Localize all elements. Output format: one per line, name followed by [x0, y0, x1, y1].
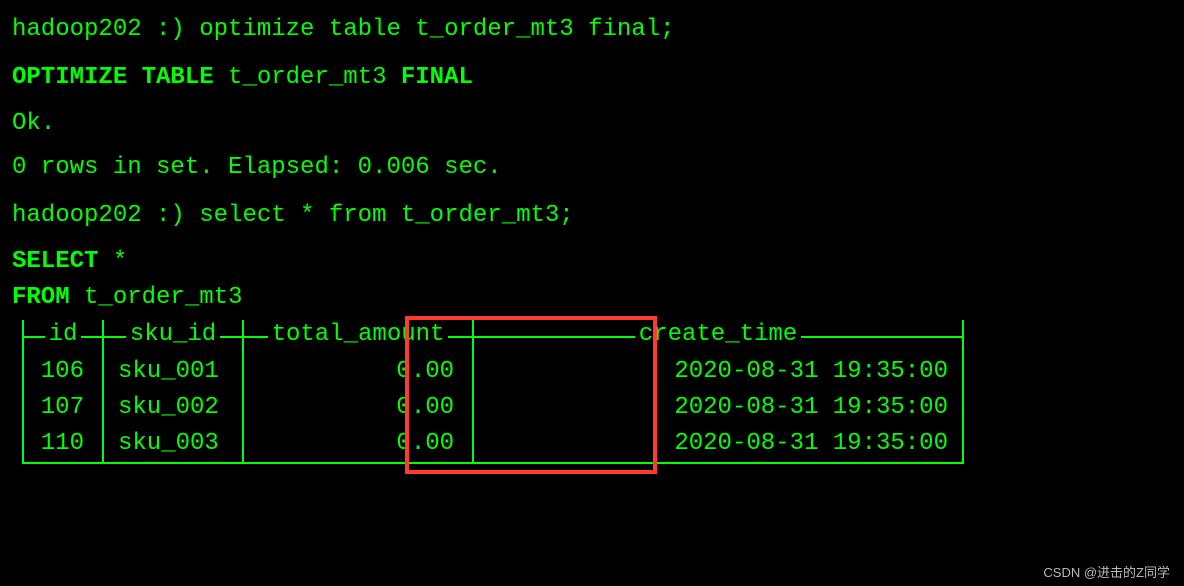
- watermark: CSDN @进击的Z同学: [1043, 563, 1170, 583]
- header-sku-id: sku_id: [126, 317, 220, 353]
- result-table-wrap: id sku_id total_amount create_time 106 s…: [12, 320, 1172, 464]
- query-echo-2: SELECT * FROM t_order_mt3: [12, 244, 1172, 316]
- prompt-command: optimize table t_order_mt3 final;: [185, 16, 675, 43]
- cell-create-time: 2020-08-31 19:35:00: [473, 426, 963, 463]
- prompt-command: select * from t_order_mt3;: [185, 202, 574, 229]
- cell-total-amount: 0.00: [243, 390, 473, 426]
- header-create-time: create_time: [635, 317, 801, 353]
- header-id: id: [45, 317, 82, 353]
- prompt-host: hadoop202 :): [12, 202, 185, 229]
- status-ok: Ok.: [12, 106, 1172, 142]
- cell-create-time: 2020-08-31 19:35:00: [473, 354, 963, 390]
- select-cols: *: [98, 248, 127, 275]
- cell-sku-id: sku_002: [103, 390, 243, 426]
- keyword-optimize: OPTIMIZE TABLE: [12, 64, 214, 91]
- prompt-line-2[interactable]: hadoop202 :) select * from t_order_mt3;: [12, 198, 1172, 234]
- table-row: 107 sku_002 0.00 2020-08-31 19:35:00: [23, 390, 963, 426]
- keyword-from: FROM: [12, 284, 70, 311]
- cell-sku-id: sku_003: [103, 426, 243, 463]
- elapsed-line: 0 rows in set. Elapsed: 0.006 sec.: [12, 150, 1172, 186]
- query-echo-1: OPTIMIZE TABLE t_order_mt3 FINAL: [12, 60, 1172, 96]
- cell-sku-id: sku_001: [103, 354, 243, 390]
- cell-id: 110: [23, 426, 103, 463]
- cell-id: 106: [23, 354, 103, 390]
- header-total-amount: total_amount: [268, 317, 449, 353]
- prompt-host: hadoop202 :): [12, 16, 185, 43]
- table-name: t_order_mt3: [214, 64, 401, 91]
- keyword-select: SELECT: [12, 248, 98, 275]
- from-table: t_order_mt3: [70, 284, 243, 311]
- result-table: id sku_id total_amount create_time 106 s…: [22, 320, 964, 464]
- table-header-row: id sku_id total_amount create_time: [23, 320, 963, 354]
- cell-id: 107: [23, 390, 103, 426]
- table-row: 106 sku_001 0.00 2020-08-31 19:35:00: [23, 354, 963, 390]
- table-row: 110 sku_003 0.00 2020-08-31 19:35:00: [23, 426, 963, 463]
- cell-total-amount: 0.00: [243, 354, 473, 390]
- keyword-final: FINAL: [401, 64, 473, 91]
- cell-create-time: 2020-08-31 19:35:00: [473, 390, 963, 426]
- prompt-line-1[interactable]: hadoop202 :) optimize table t_order_mt3 …: [12, 12, 1172, 48]
- cell-total-amount: 0.00: [243, 426, 473, 463]
